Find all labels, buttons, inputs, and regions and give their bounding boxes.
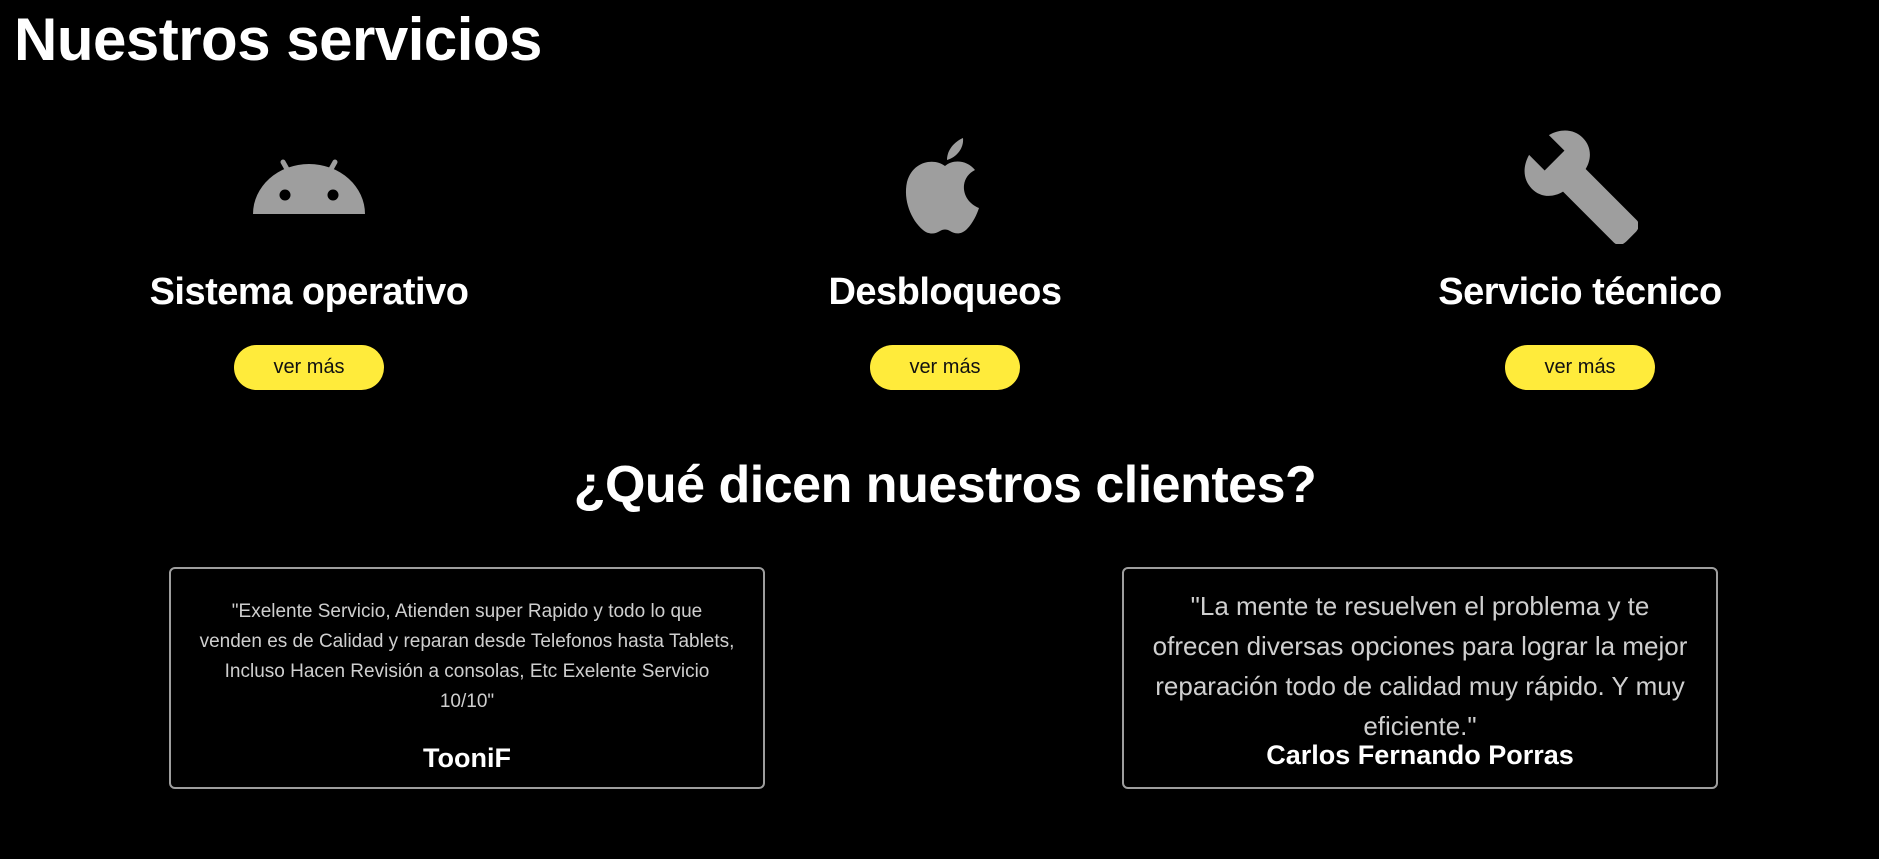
page-title: Nuestros servicios [14, 6, 542, 73]
testimonials-title: ¿Qué dicen nuestros clientes? [573, 456, 1317, 514]
service-card-desbloqueos: Desbloqueos ver más [695, 128, 1195, 398]
android-icon [251, 128, 367, 244]
service-name: Desbloqueos [828, 271, 1062, 313]
service-name: Servicio técnico [1438, 271, 1722, 313]
apple-icon-graphic [905, 138, 979, 234]
apple-icon [887, 128, 1003, 244]
testimonial-quote: "La mente te resuelven el problema y te … [1152, 591, 1688, 741]
service-card-servicio-tecnico: Servicio técnico ver más [1330, 128, 1830, 398]
ver-mas-button[interactable]: ver más [1505, 345, 1655, 390]
testimonial-author: Carlos Fernando Porras [1266, 740, 1574, 770]
wrench-icon-graphic [1524, 130, 1638, 244]
wrench-icon [1522, 128, 1638, 244]
services-section: Sistema operativo ver más Desbloqueos ve… [0, 128, 1879, 398]
testimonial-card: "La mente te resuelven el problema y te … [1122, 567, 1718, 789]
android-icon-graphic [253, 159, 365, 214]
testimonial-author: TooniF [423, 743, 511, 773]
service-name: Sistema operativo [149, 271, 469, 313]
ver-mas-button[interactable]: ver más [234, 345, 384, 390]
testimonial-quote: "Exelente Servicio, Atienden super Rapid… [199, 601, 735, 712]
testimonial-card: "Exelente Servicio, Atienden super Rapid… [169, 567, 765, 789]
ver-mas-button[interactable]: ver más [870, 345, 1020, 390]
service-card-sistema-operativo: Sistema operativo ver más [59, 128, 559, 398]
